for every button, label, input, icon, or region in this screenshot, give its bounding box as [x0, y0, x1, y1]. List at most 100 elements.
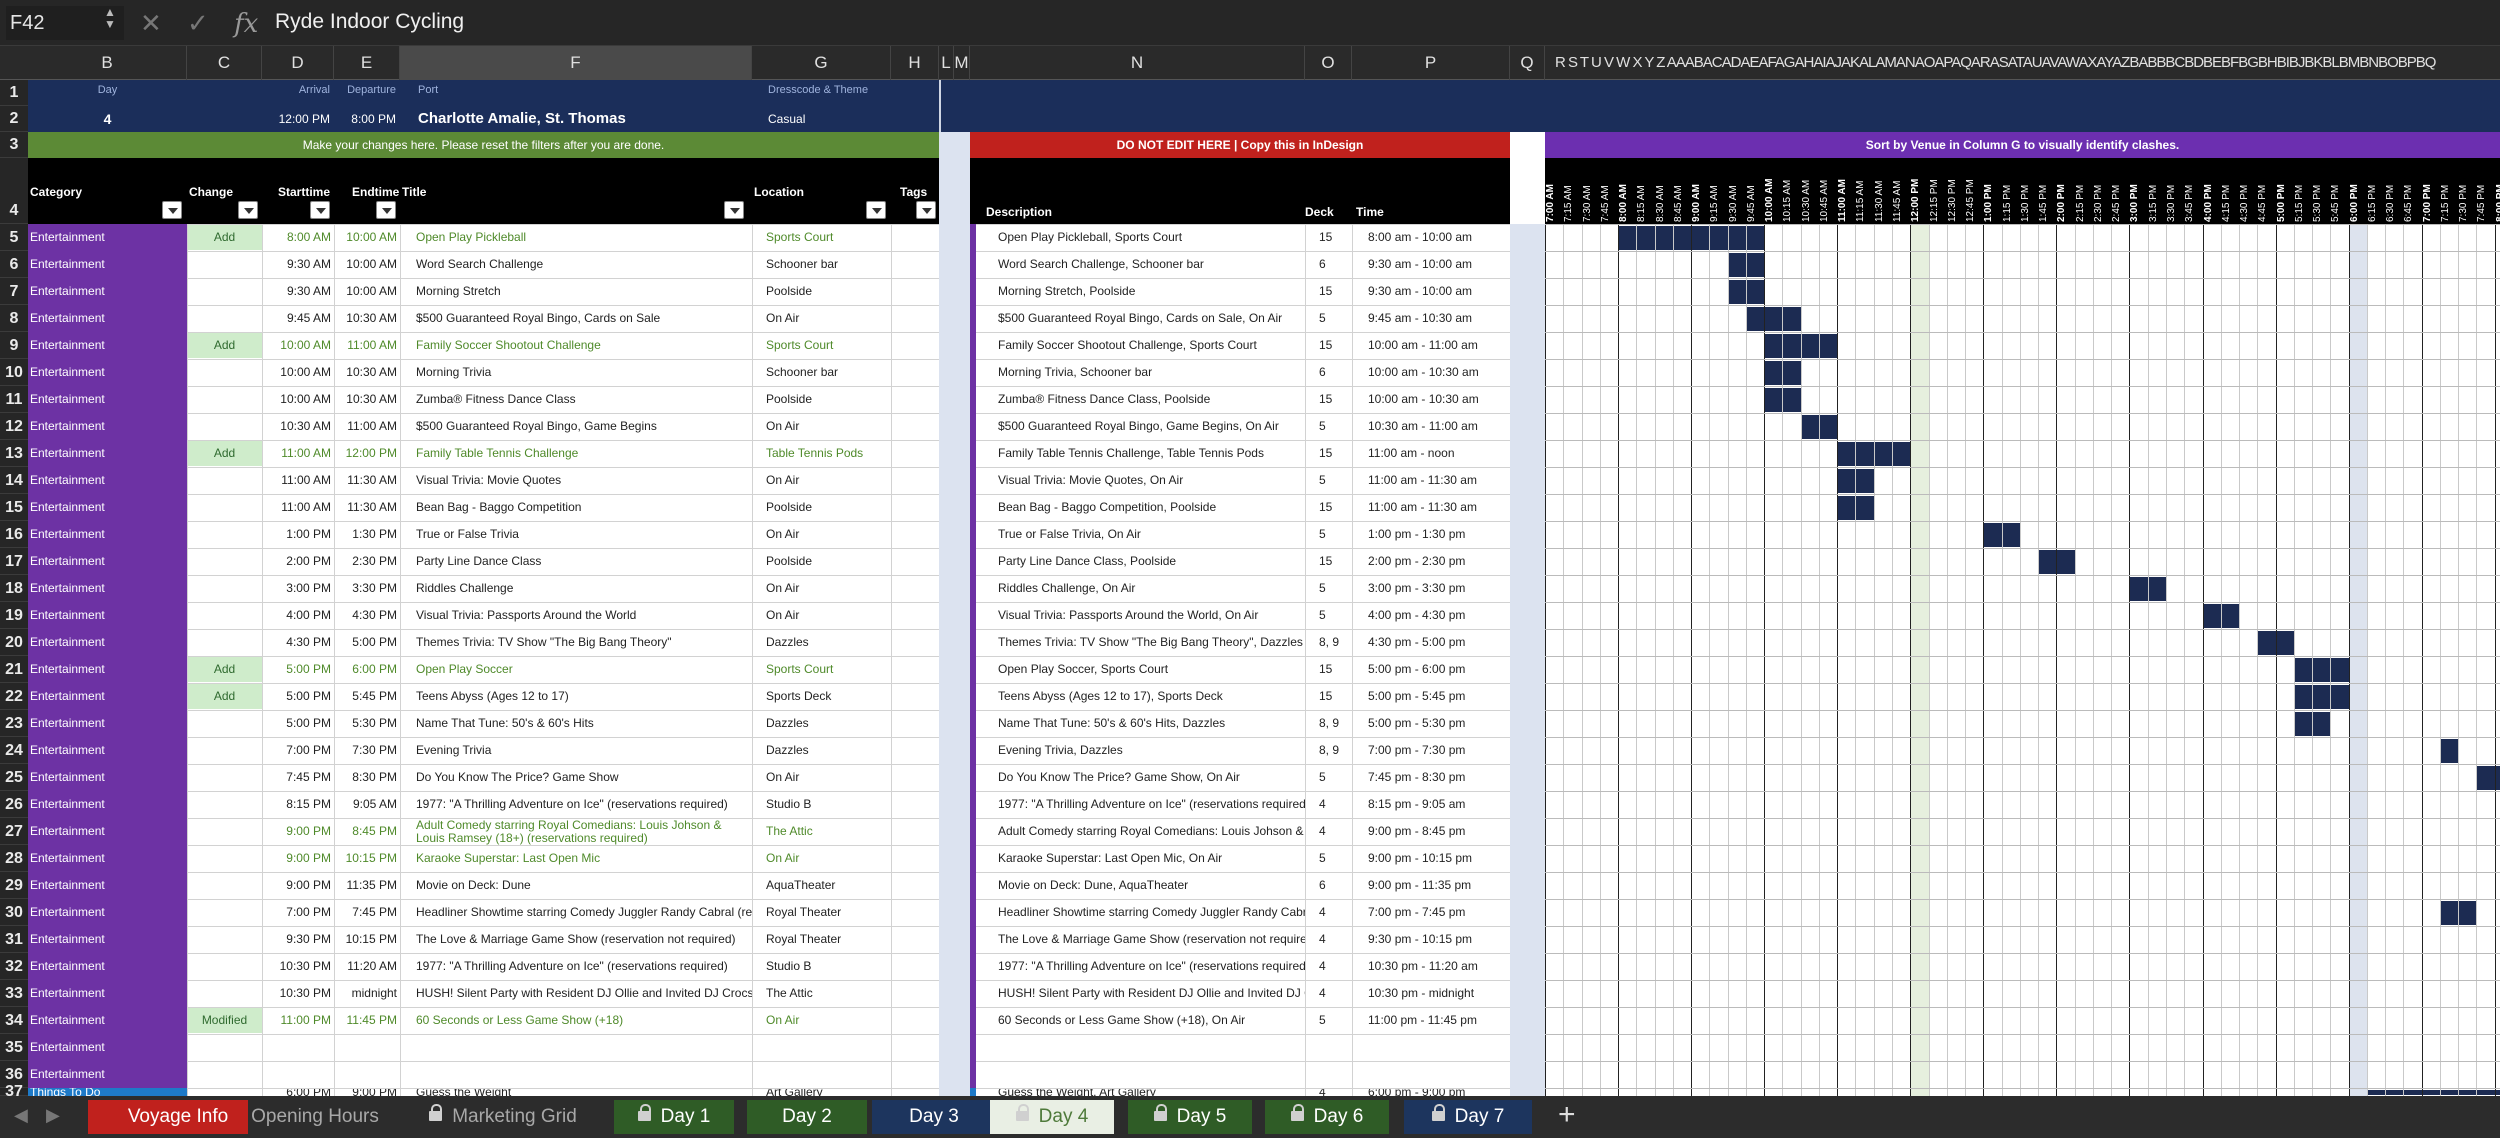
row-header-17[interactable]: 17 — [0, 548, 28, 575]
title-cell[interactable]: Morning Trivia — [400, 359, 752, 386]
tab-day-3[interactable]: Day 3 — [872, 1100, 996, 1134]
location-cell[interactable]: On Air — [752, 602, 891, 629]
title-cell[interactable]: 1977: "A Thrilling Adventure on Ice" (re… — [400, 791, 752, 818]
category-cell[interactable]: Entertainment — [28, 332, 187, 359]
endtime-cell[interactable]: 3:30 PM — [334, 575, 400, 602]
category-cell[interactable]: Entertainment — [28, 1007, 187, 1034]
time-cell[interactable]: 9:00 pm - 11:35 pm — [1352, 872, 1510, 899]
tab-scroll-right-icon[interactable]: ▶ — [46, 1105, 60, 1126]
title-cell[interactable]: Zumba® Fitness Dance Class — [400, 386, 752, 413]
category-cell[interactable]: Entertainment — [28, 1061, 187, 1088]
description-cell[interactable]: Headliner Showtime starring Comedy Juggl… — [976, 899, 1305, 926]
time-cell[interactable]: 2:00 pm - 2:30 pm — [1352, 548, 1510, 575]
title-cell[interactable]: Morning Stretch — [400, 278, 752, 305]
endtime-cell[interactable]: 10:00 AM — [334, 224, 400, 251]
time-cell[interactable]: 5:00 pm - 5:30 pm — [1352, 710, 1510, 737]
time-cell[interactable]: 7:00 pm - 7:30 pm — [1352, 737, 1510, 764]
title-cell[interactable] — [400, 1034, 752, 1061]
location-cell[interactable]: Dazzles — [752, 629, 891, 656]
starttime-cell[interactable]: 4:00 PM — [262, 602, 334, 629]
time-cell[interactable]: 8:15 pm - 9:05 am — [1352, 791, 1510, 818]
title-cell[interactable]: Teens Abyss (Ages 12 to 17) — [400, 683, 752, 710]
description-cell[interactable]: Name That Tune: 50's & 60's Hits, Dazzle… — [976, 710, 1305, 737]
title-cell[interactable]: Guess the Weight — [400, 1088, 752, 1096]
title-cell[interactable]: Evening Trivia — [400, 737, 752, 764]
description-cell[interactable]: Zumba® Fitness Dance Class, Poolside — [976, 386, 1305, 413]
endtime-cell[interactable]: 5:00 PM — [334, 629, 400, 656]
column-header-timeline[interactable]: R S T U V W X Y Z AAABACADAEAFAGAHAIAJAK… — [1555, 46, 2500, 80]
location-cell[interactable]: Poolside — [752, 548, 891, 575]
starttime-cell[interactable]: 9:00 PM — [262, 818, 334, 845]
starttime-cell[interactable]: 9:30 AM — [262, 251, 334, 278]
row-header-12[interactable]: 12 — [0, 413, 28, 440]
column-header-o[interactable]: O — [1305, 46, 1352, 80]
description-cell[interactable]: $500 Guaranteed Royal Bingo, Cards on Sa… — [976, 305, 1305, 332]
column-header-g[interactable]: G — [752, 46, 891, 80]
tab-opening-hours[interactable]: Opening Hours — [248, 1100, 382, 1134]
category-cell[interactable]: Entertainment — [28, 656, 187, 683]
description-cell[interactable]: Themes Trivia: TV Show "The Big Bang The… — [976, 629, 1305, 656]
time-cell[interactable]: 5:00 pm - 6:00 pm — [1352, 656, 1510, 683]
title-cell[interactable]: Name That Tune: 50's & 60's Hits — [400, 710, 752, 737]
title-cell[interactable] — [400, 1061, 752, 1088]
row-header-32[interactable]: 32 — [0, 953, 28, 980]
filter-title-button[interactable] — [724, 201, 744, 219]
tab-day-4[interactable]: Day 4 — [990, 1100, 1114, 1134]
description-cell[interactable]: Riddles Challenge, On Air — [976, 575, 1305, 602]
starttime-cell[interactable]: 9:30 PM — [262, 926, 334, 953]
starttime-cell[interactable] — [262, 1061, 334, 1088]
row-header-7[interactable]: 7 — [0, 278, 28, 305]
category-cell[interactable]: Entertainment — [28, 305, 187, 332]
location-cell[interactable]: Schooner bar — [752, 359, 891, 386]
endtime-cell[interactable]: 5:45 PM — [334, 683, 400, 710]
tab-day-6[interactable]: Day 6 — [1265, 1100, 1389, 1134]
title-cell[interactable]: Open Play Soccer — [400, 656, 752, 683]
location-cell[interactable]: AquaTheater — [752, 872, 891, 899]
time-cell[interactable]: 6:00 pm - 9:00 pm — [1352, 1088, 1510, 1096]
time-cell[interactable]: 9:00 pm - 10:15 pm — [1352, 845, 1510, 872]
deck-cell[interactable]: 6 — [1305, 251, 1352, 278]
title-cell[interactable]: $500 Guaranteed Royal Bingo, Cards on Sa… — [400, 305, 752, 332]
description-cell[interactable]: Bean Bag - Baggo Competition, Poolside — [976, 494, 1305, 521]
category-cell[interactable]: Entertainment — [28, 953, 187, 980]
time-cell[interactable]: 10:00 am - 11:00 am — [1352, 332, 1510, 359]
description-cell[interactable]: 60 Seconds or Less Game Show (+18), On A… — [976, 1007, 1305, 1034]
deck-cell[interactable]: 8, 9 — [1305, 629, 1352, 656]
time-cell[interactable]: 11:00 pm - 11:45 pm — [1352, 1007, 1510, 1034]
deck-cell[interactable]: 5 — [1305, 602, 1352, 629]
location-cell[interactable] — [752, 1034, 891, 1061]
location-cell[interactable]: On Air — [752, 305, 891, 332]
sheet-grid[interactable]: BCDEFGHLMNOPQ R S T U V W X Y Z AAABACADA… — [0, 46, 2500, 1100]
row-header-13[interactable]: 13 — [0, 440, 28, 467]
confirm-icon[interactable]: ✓ — [187, 8, 209, 38]
category-cell[interactable]: Entertainment — [28, 548, 187, 575]
location-cell[interactable]: Poolside — [752, 494, 891, 521]
deck-cell[interactable]: 4 — [1305, 818, 1352, 845]
category-cell[interactable]: Entertainment — [28, 278, 187, 305]
cancel-icon[interactable]: ✕ — [140, 8, 162, 38]
title-cell[interactable]: Themes Trivia: TV Show "The Big Bang The… — [400, 629, 752, 656]
starttime-cell[interactable] — [262, 1034, 334, 1061]
category-cell[interactable]: Entertainment — [28, 926, 187, 953]
title-cell[interactable]: Family Table Tennis Challenge — [400, 440, 752, 467]
deck-cell[interactable] — [1305, 1034, 1352, 1061]
starttime-cell[interactable]: 11:00 AM — [262, 494, 334, 521]
row-header-25[interactable]: 25 — [0, 764, 28, 791]
title-cell[interactable]: Do You Know The Price? Game Show — [400, 764, 752, 791]
location-cell[interactable] — [752, 1061, 891, 1088]
category-cell[interactable]: Things To Do — [28, 1088, 187, 1096]
location-cell[interactable]: On Air — [752, 467, 891, 494]
location-cell[interactable]: Royal Theater — [752, 899, 891, 926]
description-cell[interactable]: Family Soccer Shootout Challenge, Sports… — [976, 332, 1305, 359]
filter-tags-button[interactable] — [916, 201, 936, 219]
deck-cell[interactable]: 15 — [1305, 440, 1352, 467]
time-cell[interactable]: 8:00 am - 10:00 am — [1352, 224, 1510, 251]
change-badge[interactable]: Add — [187, 333, 262, 358]
starttime-cell[interactable]: 11:00 PM — [262, 1007, 334, 1034]
tab-marketing-grid[interactable]: Marketing Grid — [418, 1100, 588, 1134]
row-header-27[interactable]: 27 — [0, 818, 28, 845]
description-cell[interactable]: The Love & Marriage Game Show (reservati… — [976, 926, 1305, 953]
description-cell[interactable]: Open Play Soccer, Sports Court — [976, 656, 1305, 683]
endtime-cell[interactable]: 4:30 PM — [334, 602, 400, 629]
deck-cell[interactable]: 15 — [1305, 386, 1352, 413]
